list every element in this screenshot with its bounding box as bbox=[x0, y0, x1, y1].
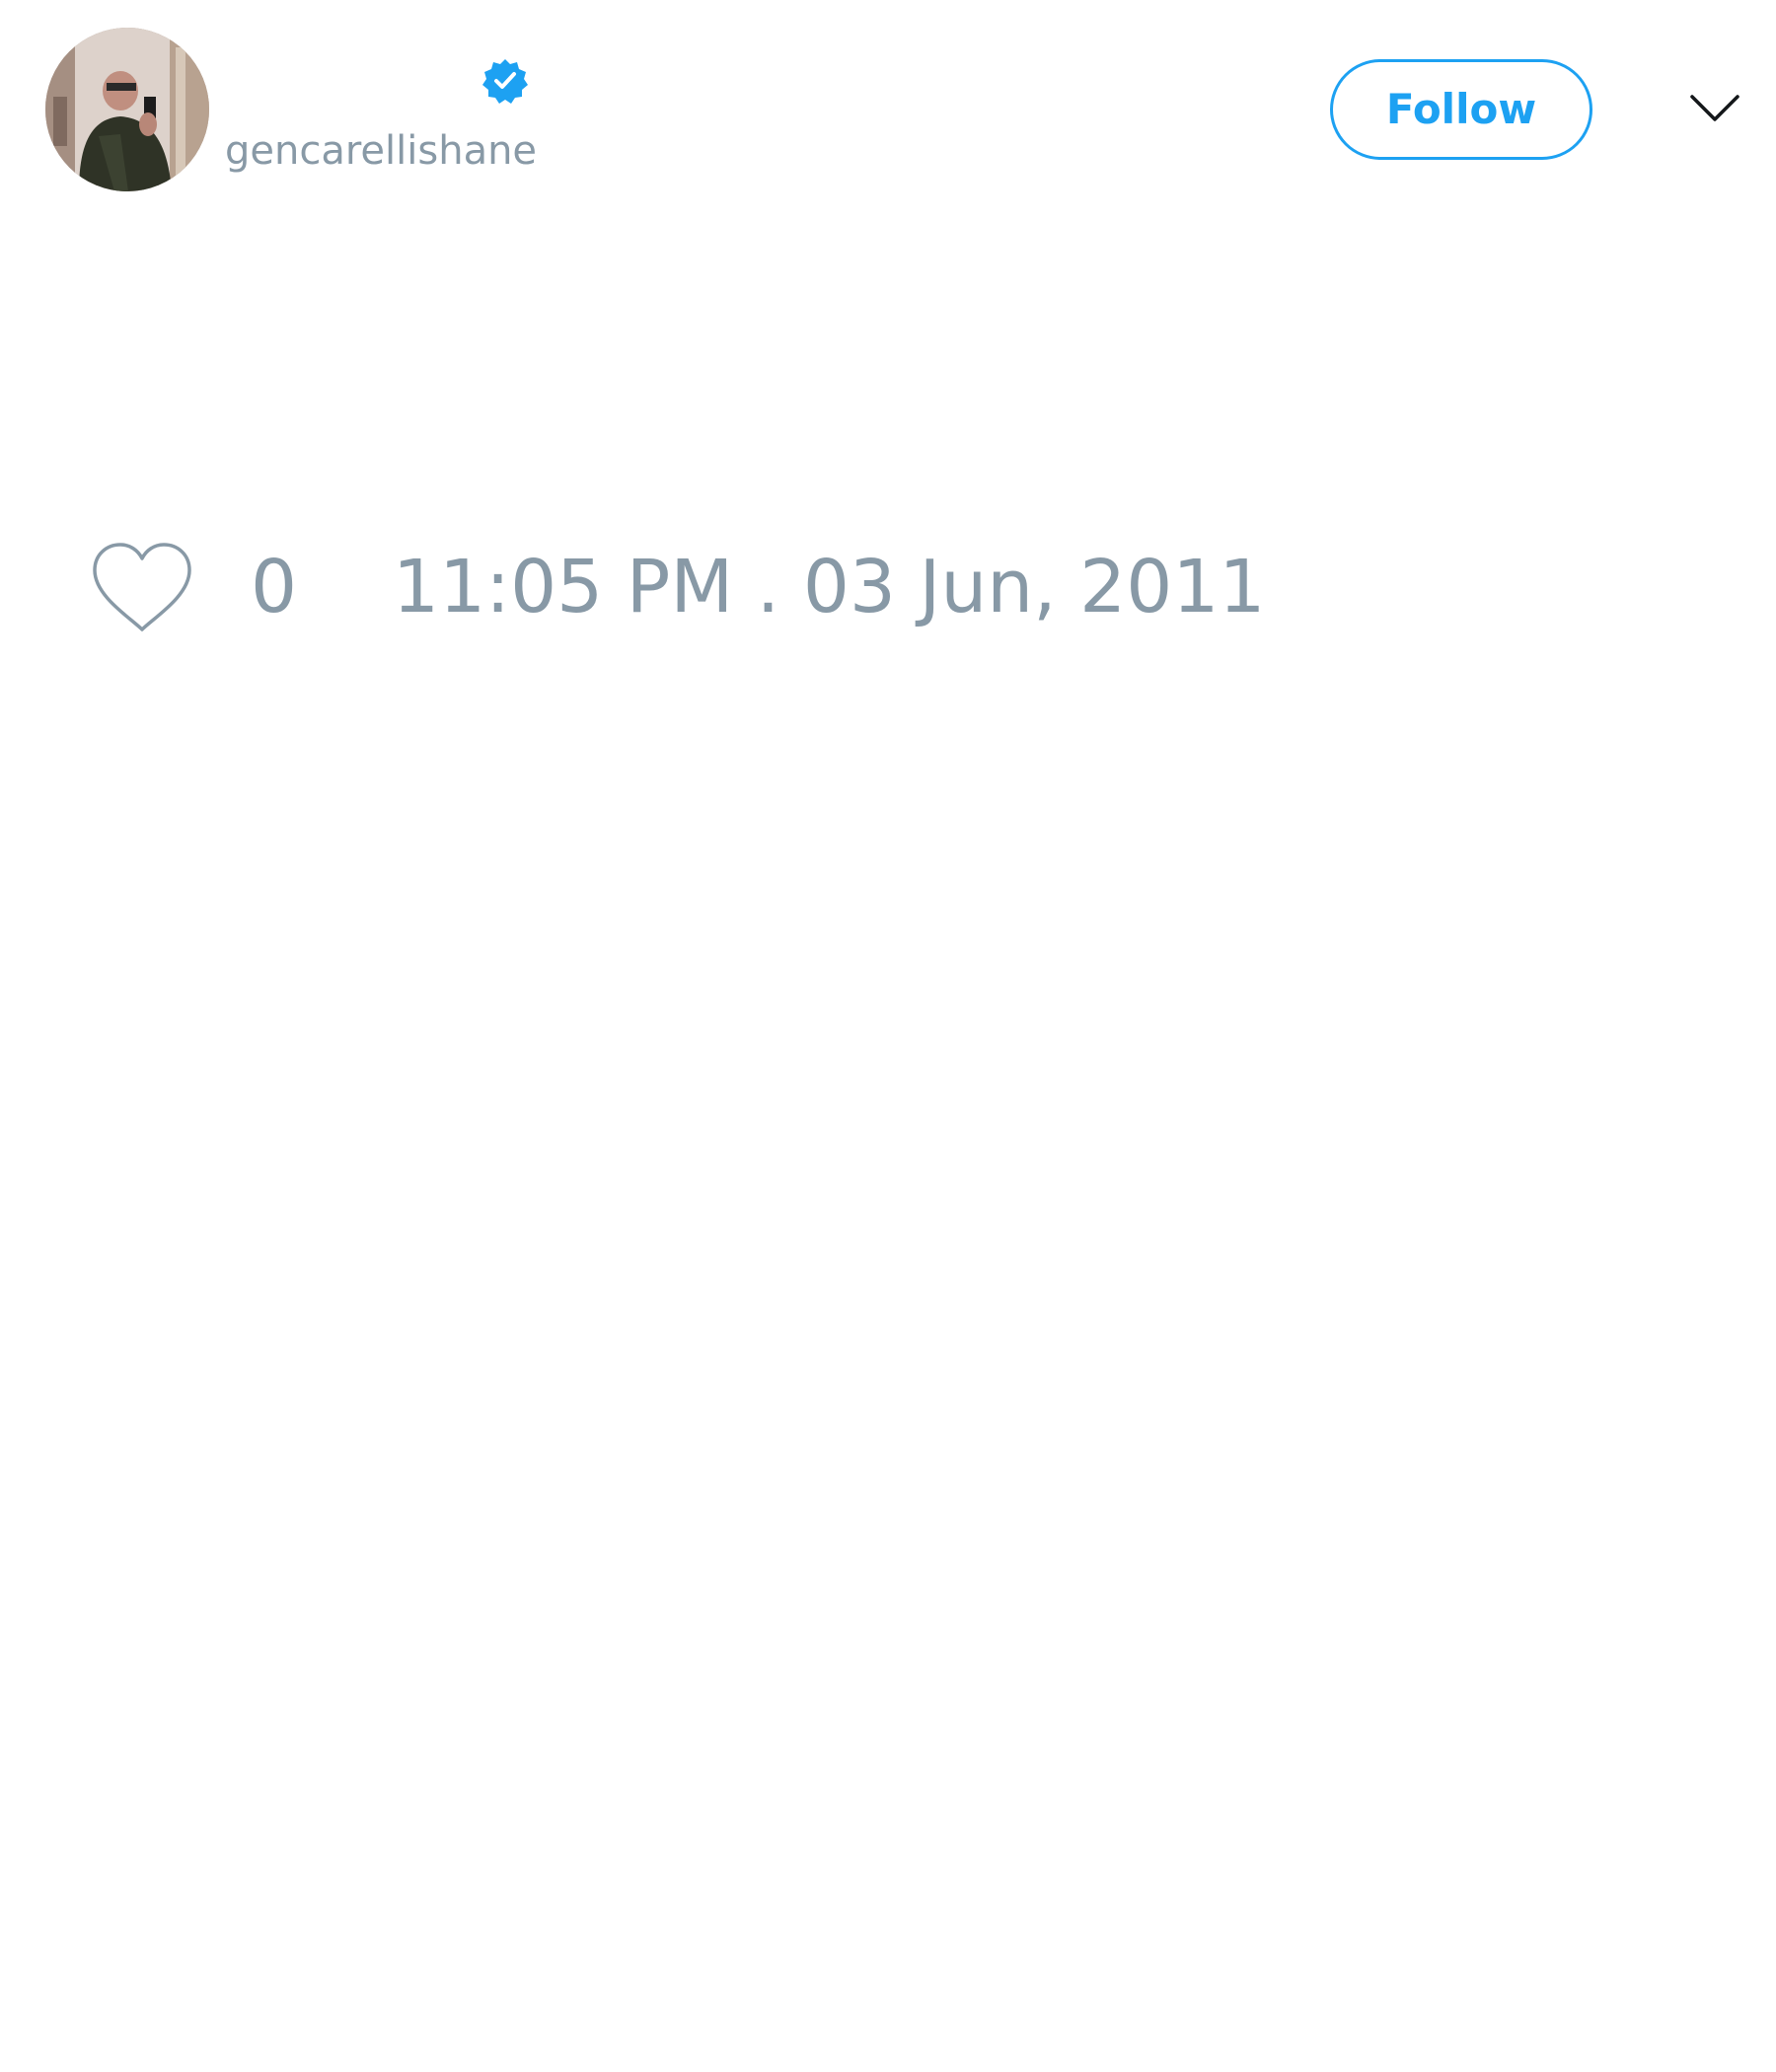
avatar[interactable] bbox=[45, 28, 209, 191]
heart-icon[interactable] bbox=[89, 541, 195, 633]
verified-badge-icon bbox=[481, 57, 529, 105]
avatar-photo bbox=[45, 28, 209, 191]
tweet-header: gencarellishane Follow bbox=[0, 0, 1776, 197]
tweet-text bbox=[45, 217, 1731, 513]
tweet-actions: 0 11:05 PM . 03 Jun, 2011 bbox=[0, 533, 1776, 641]
display-name[interactable] bbox=[225, 57, 226, 103]
follow-button[interactable]: Follow bbox=[1330, 59, 1592, 160]
chevron-down-icon[interactable] bbox=[1689, 89, 1740, 128]
user-handle[interactable]: gencarellishane bbox=[225, 126, 537, 176]
like-count: 0 bbox=[251, 545, 298, 629]
tweet-timestamp[interactable]: 11:05 PM . 03 Jun, 2011 bbox=[393, 545, 1266, 629]
